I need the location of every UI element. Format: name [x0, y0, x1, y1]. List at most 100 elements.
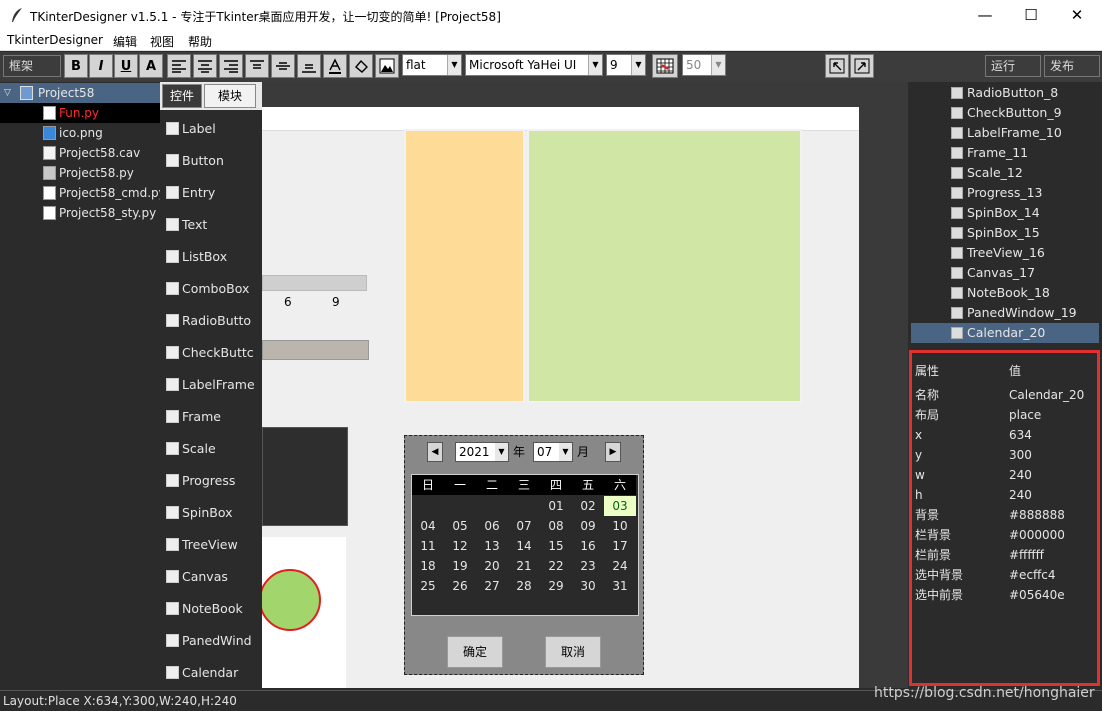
frame-widget[interactable]: [262, 427, 348, 526]
palette-item-text[interactable]: Text: [160, 209, 262, 241]
palette-item-entry[interactable]: Entry: [160, 177, 262, 209]
calendar-day[interactable]: 17: [604, 536, 636, 556]
calendar-day[interactable]: 23: [572, 556, 604, 576]
property-row[interactable]: 栏背景 #000000: [915, 525, 1095, 545]
property-value[interactable]: #ecffc4: [1009, 565, 1056, 585]
calendar-day[interactable]: 24: [604, 556, 636, 576]
prev-month-icon[interactable]: ◀: [427, 442, 443, 462]
tree-item[interactable]: Project58.py: [0, 163, 160, 183]
tab-modules[interactable]: 模块: [204, 84, 256, 108]
italic-button[interactable]: I: [89, 54, 113, 78]
palette-item-treeview[interactable]: TreeView: [160, 529, 262, 561]
property-value[interactable]: place: [1009, 405, 1041, 425]
widget-list-item[interactable]: SpinBox_15: [911, 223, 1099, 243]
font-size-select[interactable]: 9 ▼: [606, 54, 646, 76]
calendar-day[interactable]: 02: [572, 496, 604, 516]
palette-item-radiobutto[interactable]: RadioButto: [160, 305, 262, 337]
palette-item-frame[interactable]: Frame: [160, 401, 262, 433]
property-row[interactable]: 栏前景 #ffffff: [915, 545, 1095, 565]
valign-middle-icon[interactable]: [271, 54, 295, 78]
widget-list-item[interactable]: NoteBook_18: [911, 283, 1099, 303]
property-value[interactable]: 634: [1009, 425, 1032, 445]
year-select[interactable]: 2021 ▼: [455, 442, 509, 462]
minimize-button[interactable]: —: [962, 0, 1008, 31]
widget-list-item[interactable]: RadioButton_8: [911, 83, 1099, 103]
palette-item-notebook[interactable]: NoteBook: [160, 593, 262, 625]
redo-icon[interactable]: [850, 54, 874, 78]
scale-widget[interactable]: [262, 275, 367, 291]
calendar-day[interactable]: 08: [540, 516, 572, 536]
menu-view[interactable]: 视图: [150, 33, 174, 50]
palette-item-combobox[interactable]: ComboBox: [160, 273, 262, 305]
align-center-icon[interactable]: [193, 54, 217, 78]
property-row[interactable]: w 240: [915, 465, 1095, 485]
tree-item[interactable]: Fun.py: [0, 103, 160, 123]
calendar-day[interactable]: 01: [540, 496, 572, 516]
tree-item[interactable]: Project58_sty.py: [0, 203, 160, 223]
underline-button[interactable]: U: [114, 54, 138, 78]
calendar-cancel-button[interactable]: 取消: [545, 636, 601, 668]
tree-item[interactable]: Project58.cav: [0, 143, 160, 163]
palette-item-labelframe[interactable]: LabelFrame: [160, 369, 262, 401]
calendar-day[interactable]: 21: [508, 556, 540, 576]
palette-item-panedwind[interactable]: PanedWind: [160, 625, 262, 657]
month-select[interactable]: 07 ▼: [533, 442, 573, 462]
tab-widgets[interactable]: 控件: [162, 84, 202, 108]
menu-help[interactable]: 帮助: [188, 33, 212, 50]
calendar-day[interactable]: 19: [444, 556, 476, 576]
widget-list-item[interactable]: PanedWindow_19: [911, 303, 1099, 323]
calendar-day[interactable]: 07: [508, 516, 540, 536]
font-select[interactable]: Microsoft YaHei UI ▼: [465, 54, 603, 76]
progress-widget[interactable]: [262, 340, 369, 360]
property-row[interactable]: 背景 #888888: [915, 505, 1095, 525]
align-right-icon[interactable]: [219, 54, 243, 78]
collapse-arrow-icon[interactable]: ▽: [4, 83, 11, 103]
widget-list-item[interactable]: Scale_12: [911, 163, 1099, 183]
align-left-icon[interactable]: [167, 54, 191, 78]
property-value[interactable]: Calendar_20: [1009, 385, 1084, 405]
calendar-widget[interactable]: ◀ 2021 ▼ 年 07 ▼ 月 ▶ 日一二三四五六 01 02 03 04 05 06 0…: [404, 435, 644, 675]
frame-selector[interactable]: 框架: [3, 55, 61, 77]
paned-panel-right[interactable]: [527, 129, 802, 403]
valign-top-icon[interactable]: [245, 54, 269, 78]
property-row[interactable]: y 300: [915, 445, 1095, 465]
maximize-button[interactable]: ☐: [1008, 0, 1054, 31]
menu-edit[interactable]: 编辑: [113, 33, 137, 50]
next-month-icon[interactable]: ▶: [605, 442, 621, 462]
property-value[interactable]: #000000: [1009, 525, 1065, 545]
menu-tkinterdesigner[interactable]: TkinterDesigner: [7, 33, 103, 47]
canvas-widget[interactable]: [262, 537, 346, 688]
palette-item-spinbox[interactable]: SpinBox: [160, 497, 262, 529]
calendar-day[interactable]: 06: [476, 516, 508, 536]
property-value[interactable]: #05640e: [1009, 585, 1065, 605]
grid-size-select[interactable]: 50 ▼: [682, 54, 726, 76]
calendar-ok-button[interactable]: 确定: [447, 636, 503, 668]
valign-bottom-icon[interactable]: [297, 54, 321, 78]
property-value[interactable]: #ffffff: [1009, 545, 1044, 565]
calendar-day[interactable]: 04: [412, 516, 444, 536]
property-value[interactable]: #888888: [1009, 505, 1065, 525]
tree-item[interactable]: ico.png: [0, 123, 160, 143]
bold-button[interactable]: B: [64, 54, 88, 78]
calendar-day[interactable]: 11: [412, 536, 444, 556]
calendar-day[interactable]: 29: [540, 576, 572, 596]
calendar-day[interactable]: 30: [572, 576, 604, 596]
calendar-day[interactable]: 26: [444, 576, 476, 596]
tree-item[interactable]: Project58_cmd.py: [0, 183, 166, 203]
undo-icon[interactable]: [825, 54, 849, 78]
close-button[interactable]: ✕: [1054, 0, 1100, 31]
calendar-day[interactable]: 27: [476, 576, 508, 596]
paned-panel-left[interactable]: [404, 129, 525, 403]
palette-item-button[interactable]: Button: [160, 145, 262, 177]
property-row[interactable]: 名称 Calendar_20: [915, 385, 1095, 405]
calendar-day[interactable]: 13: [476, 536, 508, 556]
widget-list-item[interactable]: LabelFrame_10: [911, 123, 1099, 143]
property-row[interactable]: x 634: [915, 425, 1095, 445]
run-button[interactable]: 运行: [985, 55, 1041, 77]
background-image-icon[interactable]: [375, 54, 399, 78]
palette-item-canvas[interactable]: Canvas: [160, 561, 262, 593]
calendar-day-selected[interactable]: 03: [604, 496, 636, 516]
relief-select[interactable]: flat ▼: [402, 54, 462, 76]
property-value[interactable]: 300: [1009, 445, 1032, 465]
palette-item-calendar[interactable]: Calendar: [160, 657, 262, 688]
